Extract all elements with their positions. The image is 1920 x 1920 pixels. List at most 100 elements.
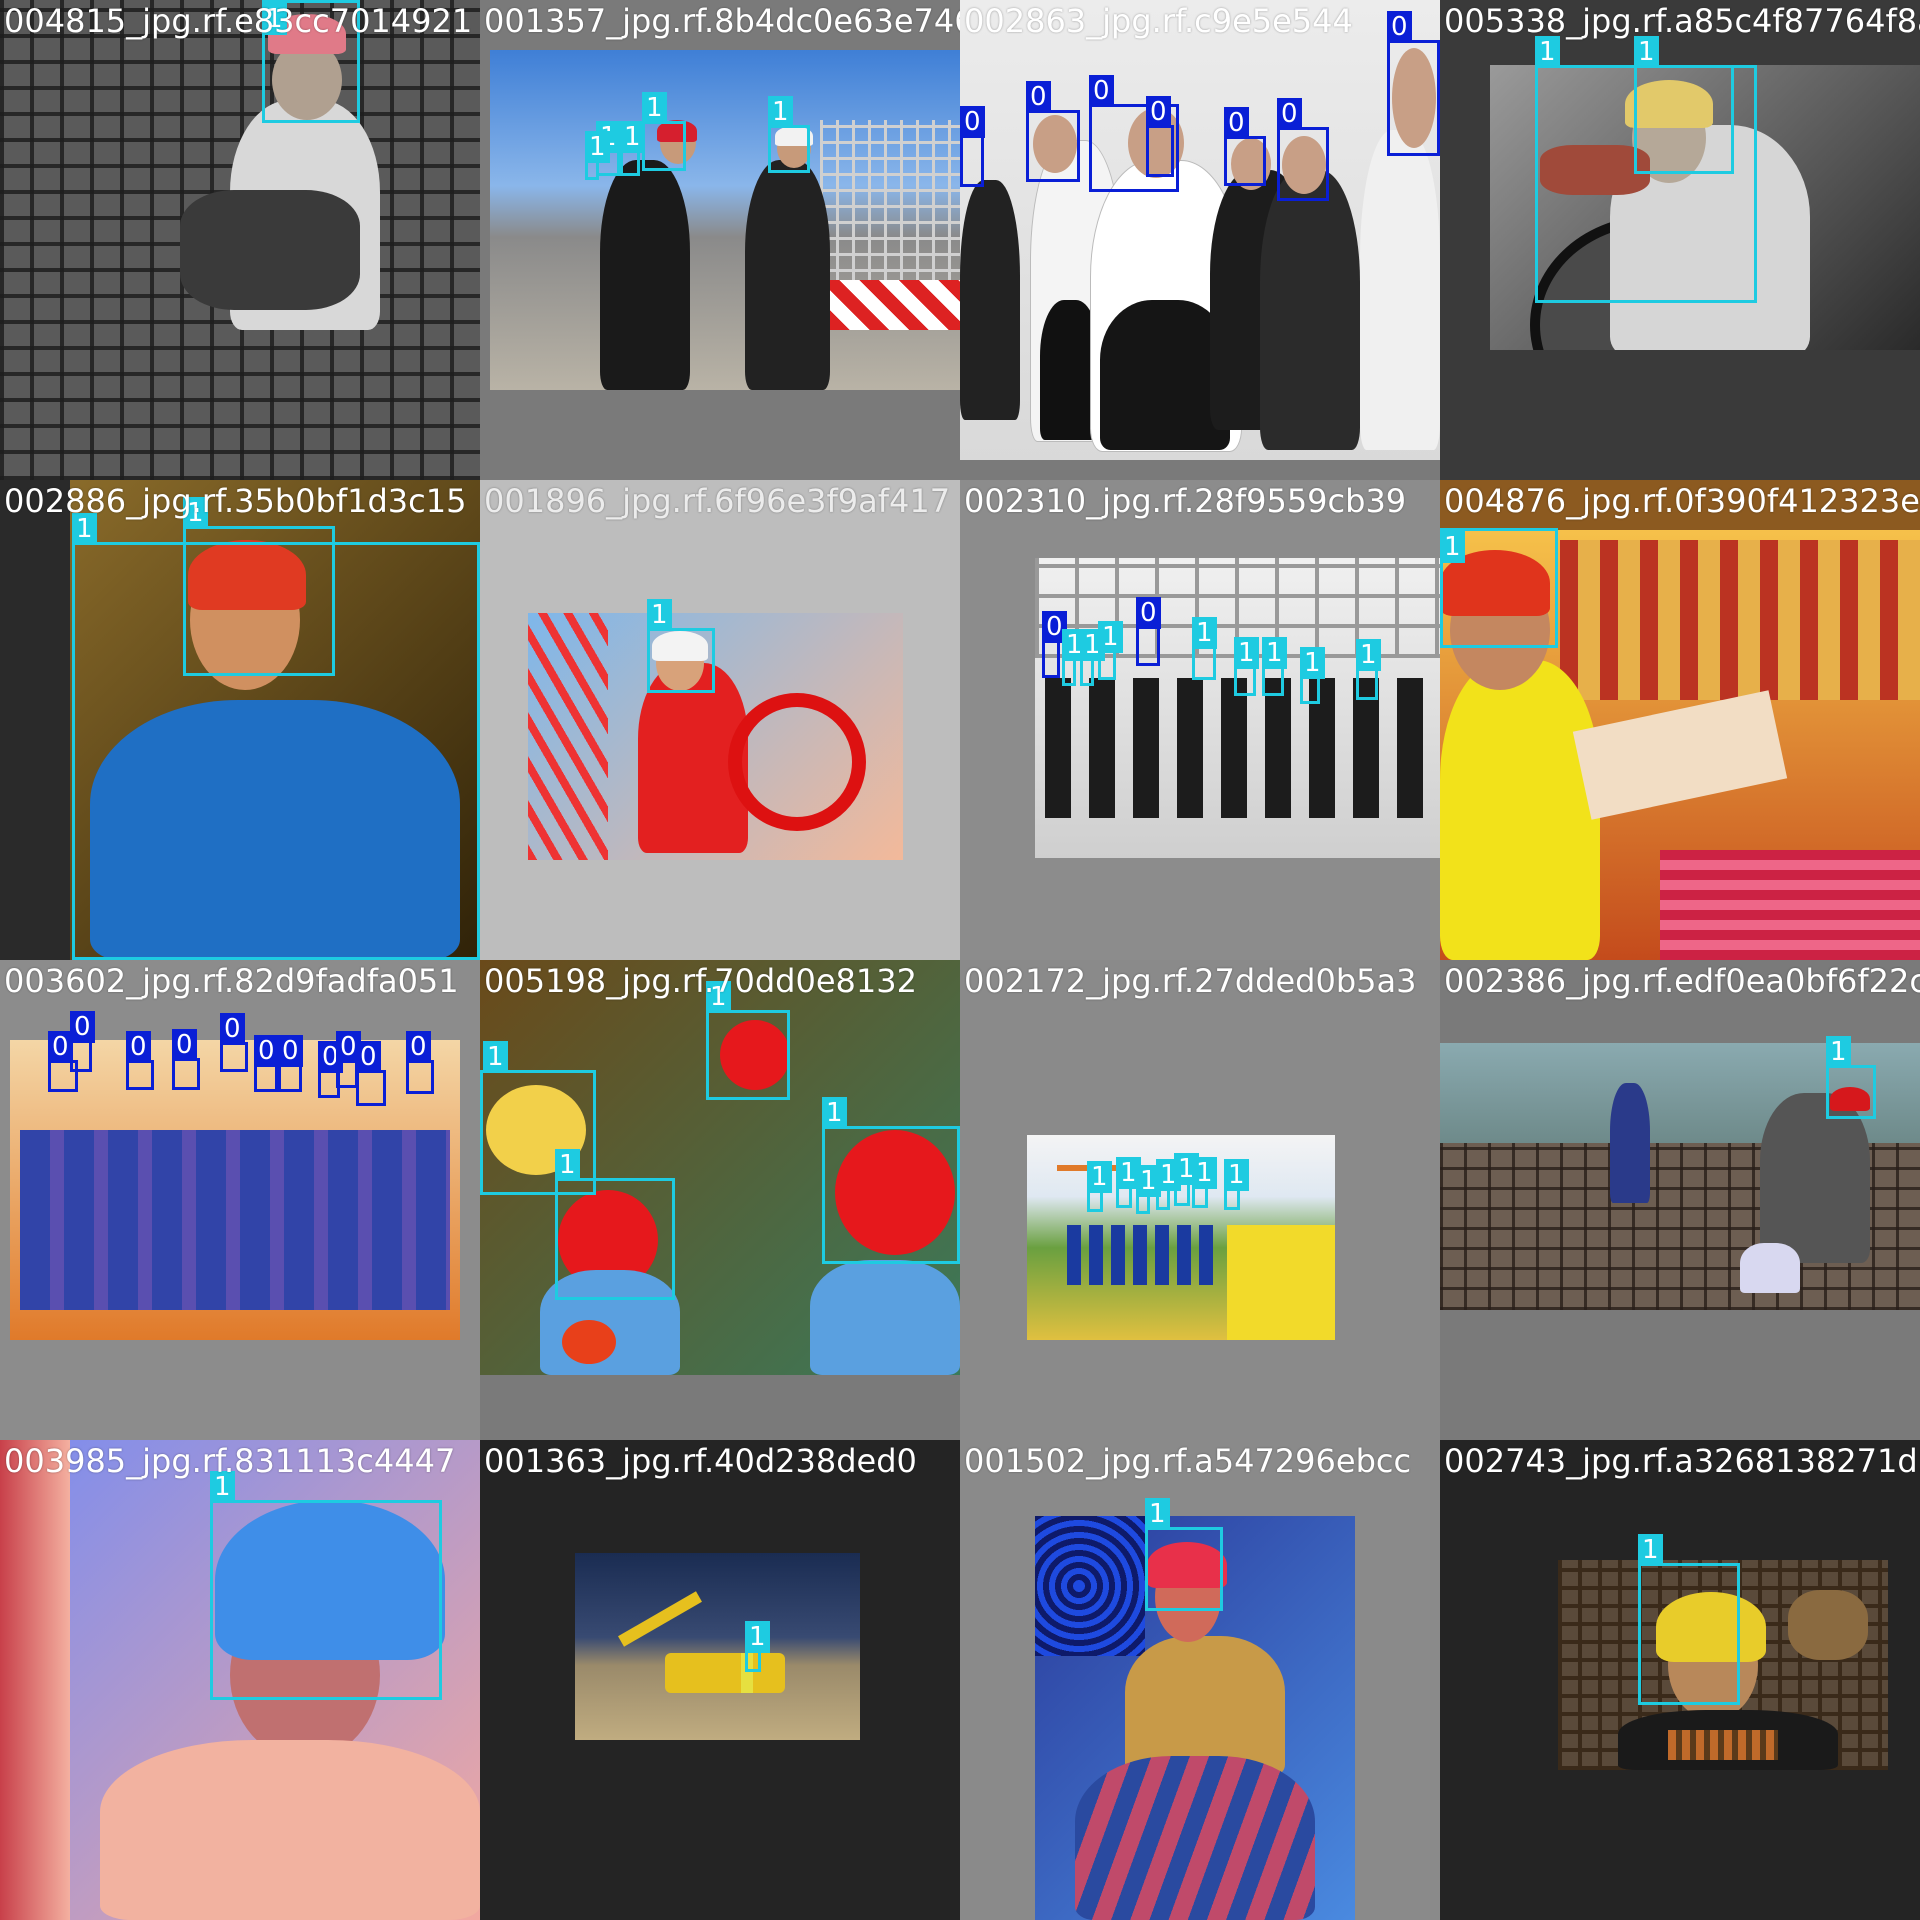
class-tag: 0 <box>1089 75 1114 107</box>
class-tag: 0 <box>356 1041 381 1073</box>
detection-box: 1 <box>1192 617 1217 680</box>
tile-filename: 004876_jpg.rf.0f390f412323ee3 <box>1444 482 1920 520</box>
class-tag: 0 <box>406 1031 431 1063</box>
detection-box: 1 <box>1145 1498 1223 1611</box>
class-tag: 0 <box>1387 11 1412 43</box>
class-tag: 1 <box>1634 36 1659 68</box>
detection-box: 1 <box>642 92 686 171</box>
class-tag: 1 <box>1224 1159 1249 1191</box>
photo-site-visit <box>490 50 960 390</box>
class-tag: 1 <box>822 1097 847 1129</box>
detection-box: 0 <box>1146 96 1174 177</box>
detection-box: 1 <box>706 981 790 1100</box>
detection-box: 0 <box>278 1035 303 1092</box>
image-mosaic: 1 004815_jpg.rf.e83cc7014921 1 1 1 1 1 0… <box>0 0 1920 1920</box>
tile-8: 0 0 0 0 0 0 0 0 0 0 0 003602_jpg.rf.82d9… <box>0 960 480 1440</box>
class-tag: 1 <box>1192 617 1217 649</box>
detection-box: 1 <box>1826 1036 1876 1119</box>
class-tag: 0 <box>220 1013 245 1045</box>
class-tag: 0 <box>1146 96 1171 128</box>
detection-box: 1 <box>210 1471 442 1700</box>
class-tag: 1 <box>1300 647 1325 679</box>
photo-valve-worker <box>528 613 903 860</box>
tile-filename: 002310_jpg.rf.28f9559cb39 <box>964 482 1407 520</box>
detection-box: 0 <box>1277 98 1329 201</box>
tile-10: 1 1 1 1 1 1 1 002172_jpg.rf.27dded0b5a3 <box>960 960 1440 1440</box>
detection-box: 1 <box>555 1149 675 1300</box>
tile-15: 1 002743_jpg.rf.a3268138271d5 <box>1440 1440 1920 1920</box>
detection-box: 1 <box>1062 629 1087 686</box>
class-tag: 0 <box>126 1031 151 1063</box>
tile-7: 1 004876_jpg.rf.0f390f412323ee3 <box>1440 480 1920 960</box>
tile-4: 1 1 002886_jpg.rf.35b0bf1d3c15 <box>0 480 480 960</box>
tile-3: 1 1 005338_jpg.rf.a85c4f87764f8a79fa <box>1440 0 1920 480</box>
class-tag: 1 <box>1087 1161 1112 1193</box>
class-tag: 1 <box>768 96 793 128</box>
class-tag: 1 <box>1440 531 1465 563</box>
photo-excavator <box>575 1553 860 1740</box>
detection-box: 1 <box>1098 621 1123 680</box>
photo-rebar-worker <box>0 0 480 480</box>
detection-box: 1 <box>1080 629 1105 686</box>
tile-filename: 001357_jpg.rf.8b4dc0e63e746 <box>484 2 960 40</box>
class-tag: 0 <box>1136 597 1161 629</box>
photo-group-walk-bw <box>1035 558 1440 858</box>
detection-box: 0 <box>126 1031 154 1090</box>
detection-box: 1 <box>1262 637 1287 696</box>
tile-12: 1 003985_jpg.rf.831113c4447 <box>0 1440 480 1920</box>
tile-filename: 002743_jpg.rf.a3268138271d5 <box>1444 1442 1920 1480</box>
detection-box: 1 <box>1156 1159 1181 1210</box>
class-tag: 1 <box>555 1149 580 1181</box>
class-tag: 1 <box>1192 1157 1217 1189</box>
detection-box: 0 <box>406 1031 434 1094</box>
class-tag: 0 <box>278 1035 303 1067</box>
class-tag: 1 <box>1234 637 1259 669</box>
detection-box: 1 <box>1136 1165 1161 1214</box>
class-tag: 1 <box>745 1621 770 1653</box>
class-tag: 0 <box>254 1035 279 1067</box>
class-tag: 0 <box>1224 107 1249 139</box>
tile-1: 1 1 1 1 1 001357_jpg.rf.8b4dc0e63e746 <box>480 0 960 480</box>
detection-box: 1 <box>1224 1159 1249 1210</box>
detection-box: 0 <box>254 1035 279 1092</box>
tile-2: 0 0 0 0 0 0 0 002863_jpg.rf.c9e5e544 <box>960 0 1440 480</box>
detection-box: 0 <box>1387 11 1440 156</box>
class-tag: 1 <box>1826 1036 1851 1068</box>
class-tag: 1 <box>1262 637 1287 669</box>
tile-filename: 003985_jpg.rf.831113c4447 <box>4 1442 456 1480</box>
tile-filename: 001896_jpg.rf.6f96e3f9af417 <box>484 482 951 520</box>
detection-box: 0 <box>220 1013 248 1072</box>
detection-box: 0 <box>1042 611 1067 678</box>
tile-filename: 002886_jpg.rf.35b0bf1d3c15 <box>4 482 467 520</box>
class-tag: 1 <box>585 131 610 163</box>
class-tag: 1 <box>1535 36 1560 68</box>
detection-box: 0 <box>70 1011 95 1072</box>
tile-filename: 002863_jpg.rf.c9e5e544 <box>964 2 1353 40</box>
detection-box: 1 <box>620 121 645 176</box>
detection-box: 0 <box>960 106 985 187</box>
detection-box: 1 <box>1174 1153 1199 1206</box>
tile-14: 1 001502_jpg.rf.a547296ebcc <box>960 1440 1440 1920</box>
class-tag: 0 <box>48 1031 73 1063</box>
class-tag: 0 <box>1026 81 1051 113</box>
tile-filename: 004815_jpg.rf.e83cc7014921 <box>4 2 473 40</box>
detection-box: 0 <box>1136 597 1161 666</box>
class-tag: 1 <box>483 1041 508 1073</box>
tile-9: 1 1 1 1 005198_jpg.rf.70dd0e8132 <box>480 960 960 1440</box>
class-tag: 1 <box>1098 621 1123 653</box>
detection-box: 1 <box>745 1621 770 1672</box>
tile-filename: 003602_jpg.rf.82d9fadfa051 <box>4 962 459 1000</box>
detection-box: 1 <box>647 599 715 693</box>
detection-box: 0 <box>172 1029 200 1090</box>
tile-5: 1 001896_jpg.rf.6f96e3f9af417 <box>480 480 960 960</box>
detection-box: 1 <box>1440 528 1558 648</box>
class-tag: 1 <box>1356 639 1381 671</box>
class-tag: 1 <box>642 92 667 124</box>
detection-box: 1 <box>1634 36 1734 174</box>
tile-filename: 002172_jpg.rf.27dded0b5a3 <box>964 962 1417 1000</box>
class-tag: 0 <box>70 1011 95 1043</box>
detection-box: 0 <box>1224 107 1266 186</box>
tile-filename: 001502_jpg.rf.a547296ebcc <box>964 1442 1412 1480</box>
tile-filename: 005198_jpg.rf.70dd0e8132 <box>484 962 917 1000</box>
class-tag: 1 <box>620 121 645 153</box>
